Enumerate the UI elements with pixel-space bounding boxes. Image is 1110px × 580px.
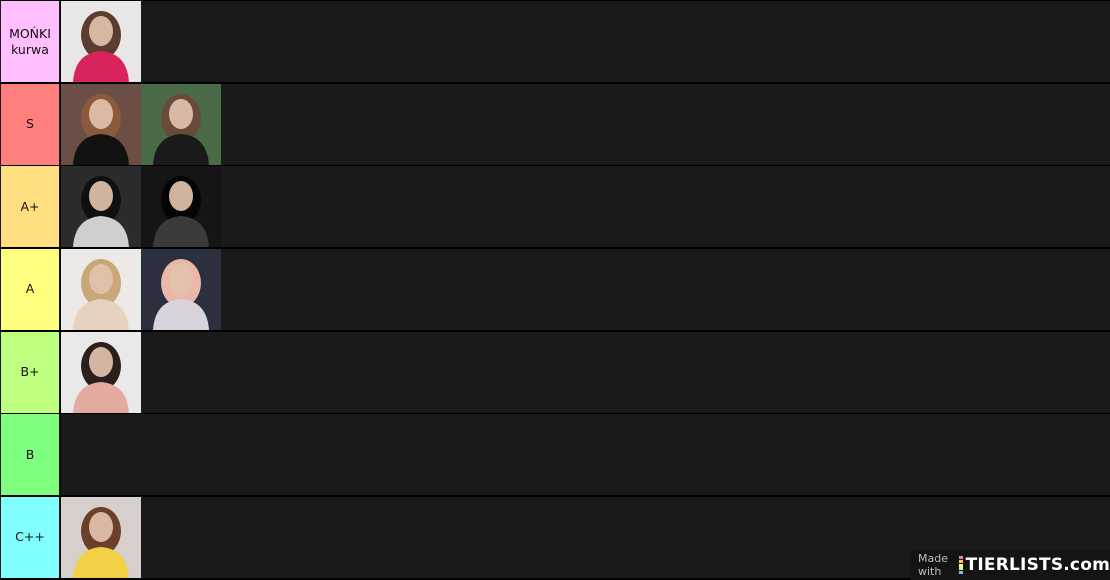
tier-items-dropzone[interactable]: [60, 1, 1110, 82]
tier-label[interactable]: A: [1, 248, 59, 330]
photo-girl-trees[interactable]: [141, 83, 221, 165]
tierlists-logo-text: TIERLISTS.com: [965, 555, 1110, 575]
photo-girl-yellow-top[interactable]: [61, 496, 141, 578]
tier-row: B+: [0, 331, 1110, 413]
tier-row: MOŃKI kurwa: [0, 1, 1110, 82]
watermark[interactable]: Made with TIERLISTS.com: [910, 550, 1110, 580]
tierlists-logo-icon: [958, 556, 963, 574]
tier-row: A+: [0, 166, 1110, 248]
tier-items-dropzone[interactable]: [60, 414, 1110, 496]
tier-items-dropzone[interactable]: [60, 166, 1110, 248]
tier-items-dropzone[interactable]: [60, 331, 1110, 413]
photo-girl-pink-hair[interactable]: [141, 248, 221, 330]
photo-girl-bw-dark[interactable]: [141, 166, 221, 248]
tier-list: MOŃKI kurwa S A+ A B+ B C++: [0, 0, 1110, 580]
tier-label[interactable]: B+: [1, 331, 59, 413]
photo-girl-blonde[interactable]: [61, 248, 141, 330]
photo-girl-bw-portrait[interactable]: [61, 166, 141, 248]
tier-items-dropzone[interactable]: [60, 248, 1110, 330]
tier-row: A: [0, 248, 1110, 330]
tier-label[interactable]: S: [1, 83, 59, 165]
tier-row: B: [0, 414, 1110, 496]
tier-label[interactable]: MOŃKI kurwa: [1, 1, 59, 82]
photo-girl-red-lips[interactable]: [61, 331, 141, 413]
photo-girl-pink-sweater-mirror[interactable]: [61, 1, 141, 82]
tier-label[interactable]: B: [1, 414, 59, 496]
photo-girl-dark-room[interactable]: [61, 83, 141, 165]
made-with-text: Made with: [918, 552, 948, 578]
tier-label[interactable]: C++: [1, 496, 59, 578]
tier-items-dropzone[interactable]: [60, 83, 1110, 165]
tier-row: S: [0, 83, 1110, 165]
tier-label[interactable]: A+: [1, 166, 59, 248]
